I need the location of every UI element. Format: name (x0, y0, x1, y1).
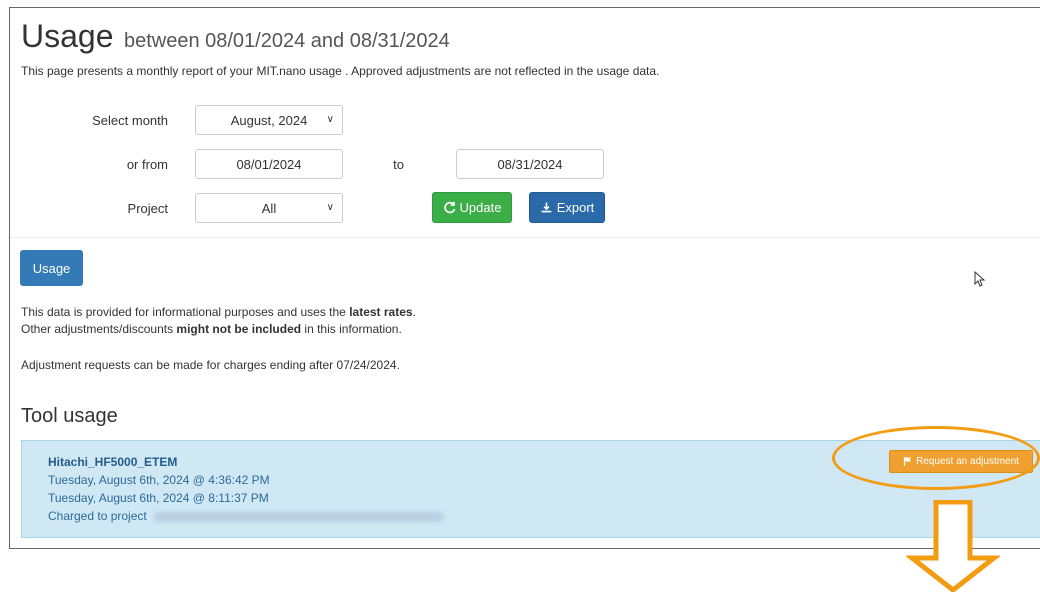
redacted-project-name (154, 511, 445, 522)
project-select[interactable]: All ∨ (195, 193, 343, 223)
charged-project: Charged to project (48, 509, 445, 523)
refresh-icon (443, 201, 455, 214)
month-select-value: August, 2024 (230, 112, 308, 128)
info-line-adjustments: Adjustment requests can be made for char… (21, 358, 400, 372)
month-select[interactable]: August, 2024 ∨ (195, 105, 343, 135)
tool-usage-heading: Tool usage (21, 405, 118, 427)
project-label: Project (127, 201, 168, 216)
info-bold: latest rates (349, 305, 413, 319)
from-label: or from (126, 157, 168, 172)
usage-start: Tuesday, August 6th, 2024 @ 4:36:42 PM (48, 473, 270, 487)
export-button-label: Export (556, 200, 595, 215)
page-title: Usage between 08/01/2024 and 08/31/2024 (21, 18, 450, 55)
highlight-ellipse (832, 426, 1040, 490)
tab-usage[interactable]: Usage (20, 250, 83, 286)
info-text: This data is provided for informational … (21, 305, 350, 319)
info-text: . (412, 305, 416, 319)
export-icon (541, 202, 552, 213)
to-date-value: 08/31/2024 (497, 156, 563, 172)
usage-end: Tuesday, August 6th, 2024 @ 8:11:37 PM (48, 491, 269, 505)
to-date-input[interactable]: 08/31/2024 (456, 149, 604, 179)
to-label: to (393, 157, 404, 172)
mouse-cursor-icon (974, 271, 986, 287)
export-button[interactable]: Export (529, 192, 605, 223)
title-date-range: between 08/01/2024 and 08/31/2024 (123, 30, 450, 52)
info-bold: might not be included (176, 322, 302, 336)
page-description: This page presents a monthly report of y… (21, 64, 660, 78)
info-text: in this information. (301, 322, 402, 336)
info-line-rates: This data is provided for informational … (21, 305, 416, 319)
month-label: Select month (92, 113, 168, 128)
info-text: Other adjustments/discounts (21, 322, 177, 336)
section-divider (10, 237, 1040, 238)
update-button[interactable]: Update (432, 192, 512, 223)
update-button-label: Update (459, 200, 502, 215)
project-select-value: All (261, 200, 277, 216)
charged-label: Charged to project (48, 509, 147, 523)
down-arrow-icon (906, 500, 1000, 592)
title-main: Usage (21, 18, 114, 54)
chevron-down-icon: ∨ (326, 114, 334, 125)
chevron-down-icon: ∨ (326, 202, 334, 213)
tool-name: Hitachi_HF5000_ETEM (48, 455, 178, 469)
from-date-value: 08/01/2024 (236, 156, 302, 172)
info-line-discounts: Other adjustments/discounts might not be… (21, 322, 402, 336)
